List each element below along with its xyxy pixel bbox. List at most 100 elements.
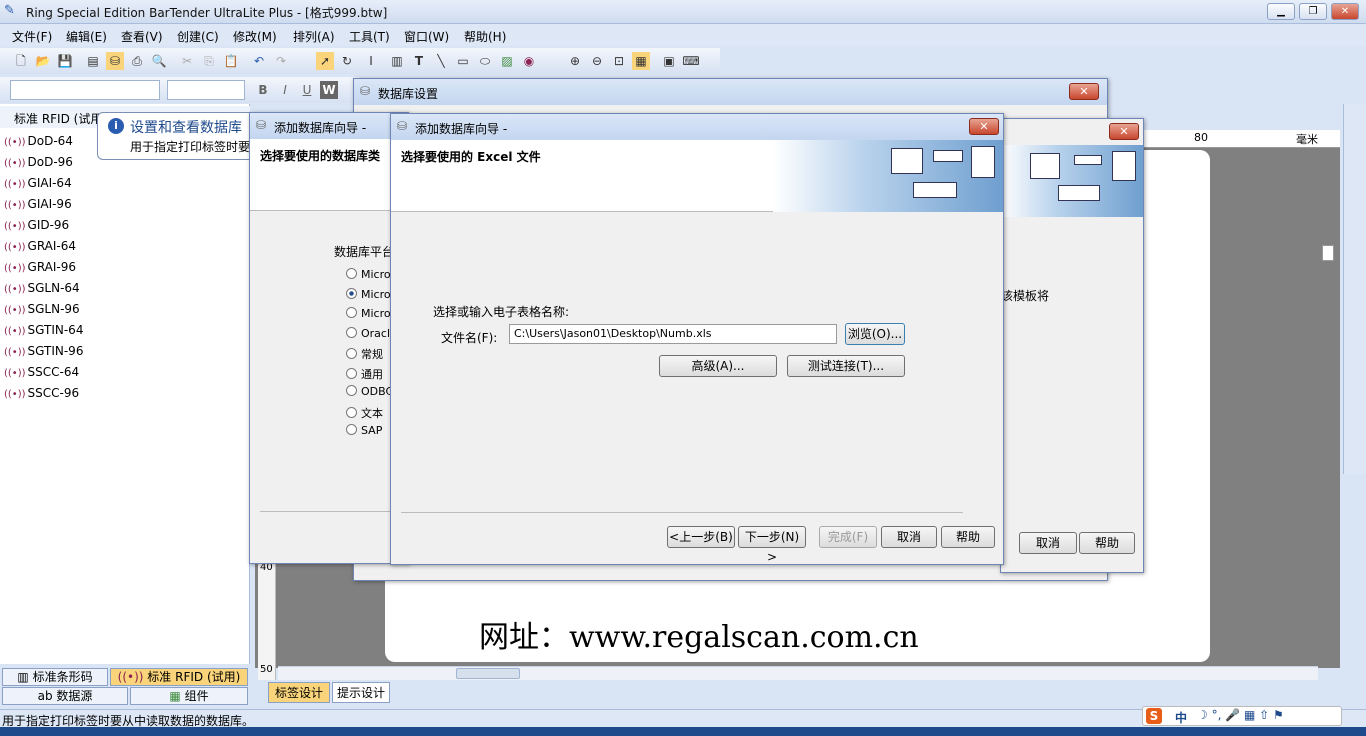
list-item[interactable]: ((•)) SSCC-96 [4, 386, 79, 407]
cancel-button[interactable]: 取消 [881, 526, 937, 548]
ellipse-icon[interactable]: ⬭ [476, 52, 494, 70]
list-item[interactable]: ((•)) DoD-64 [4, 134, 73, 155]
list-item[interactable]: ((•)) SGTIN-64 [4, 323, 83, 344]
italic-icon[interactable]: I [276, 81, 294, 99]
radio-option[interactable]: Micro [346, 288, 391, 304]
undo-icon[interactable]: ↶ [250, 52, 268, 70]
close-button[interactable]: ✕ [969, 118, 999, 135]
fit-page-icon[interactable]: ⊡ [610, 52, 628, 70]
scrollbar-thumb[interactable] [456, 668, 520, 679]
back-button[interactable]: <上一步(B) [667, 526, 735, 548]
barcode-icon[interactable]: ▥ [388, 52, 406, 70]
divider [260, 511, 400, 512]
tab-standard-rfid[interactable]: ((•)) 标准 RFID (试用) [110, 668, 248, 686]
bold-icon[interactable]: B [254, 81, 272, 99]
file-name-input[interactable]: C:\Users\Jason01\Desktop\Numb.xls [509, 324, 837, 344]
advanced-button[interactable]: 高级(A)... [659, 355, 777, 377]
wizard-dialog-back2: ✕ 该模板将 取消 帮助 [1000, 118, 1144, 573]
open-icon[interactable]: 📂 [34, 52, 52, 70]
tab-label-design[interactable]: 标签设计 [268, 682, 331, 703]
font-name-combo[interactable] [10, 80, 160, 100]
rectangle-icon[interactable]: ▭ [454, 52, 472, 70]
cut-icon[interactable]: ✂ [178, 52, 196, 70]
list-item[interactable]: ((•)) GIAI-96 [4, 197, 72, 218]
print-preview-icon[interactable]: 🔍 [150, 52, 168, 70]
text-tool-icon[interactable]: T [410, 52, 428, 70]
line-icon[interactable]: ╲ [432, 52, 450, 70]
select-pointer-icon[interactable]: ➚ [316, 52, 334, 70]
list-item[interactable]: ((•)) GRAI-64 [4, 239, 76, 260]
paste-icon[interactable]: 📋 [222, 52, 240, 70]
keyboard-icon[interactable]: ⌨ [682, 52, 700, 70]
menu-modify[interactable]: 修改(M) [233, 28, 277, 45]
radio-option[interactable]: 通用 [346, 366, 383, 382]
radio-option[interactable]: ODBC [346, 385, 393, 401]
new-icon[interactable]: 🗋 [12, 52, 30, 70]
text-cursor-icon[interactable]: I [362, 52, 380, 70]
finish-button[interactable]: 完成(F) [819, 526, 877, 548]
browse-button[interactable]: 浏览(O)... [845, 323, 905, 345]
vertical-scroll-thumb[interactable] [1322, 245, 1334, 261]
printer-code-icon[interactable]: ▣ [660, 52, 678, 70]
list-item[interactable]: ((•)) SGTIN-96 [4, 344, 83, 365]
list-item[interactable]: ((•)) DoD-96 [4, 155, 73, 176]
restore-button[interactable]: ❐ [1299, 3, 1327, 20]
print-icon[interactable]: ⎙ [128, 52, 146, 70]
page-setup-icon[interactable]: ▤ [84, 52, 102, 70]
radio-option[interactable]: Oracl [346, 327, 390, 343]
label-url-text[interactable]: 网址：www.regalscan.com.cn [479, 612, 919, 656]
tab-prompt-design[interactable]: 提示设计 [332, 682, 391, 703]
menu-tools[interactable]: 工具(T) [349, 28, 390, 45]
list-item[interactable]: ((•)) SGLN-64 [4, 281, 80, 302]
list-item[interactable]: ((•)) GID-96 [4, 218, 69, 239]
redo-icon[interactable]: ↷ [272, 52, 290, 70]
help-button[interactable]: 帮助 [1079, 532, 1135, 554]
wizard-banner-graphic [1000, 145, 1143, 217]
tab-data-source[interactable]: ab 数据源 [2, 687, 128, 705]
sogou-ime-icon[interactable]: S [1146, 708, 1162, 724]
menu-file[interactable]: 文件(F) [12, 28, 52, 45]
font-size-combo[interactable] [167, 80, 245, 100]
radio-option[interactable]: 文本 [346, 405, 383, 421]
ruler-icon[interactable]: ▦ [632, 52, 650, 70]
save-icon[interactable]: 💾 [56, 52, 74, 70]
menu-window[interactable]: 窗口(W) [404, 28, 449, 45]
horizontal-scrollbar[interactable] [278, 666, 1318, 680]
zoom-out-icon[interactable]: ⊖ [588, 52, 606, 70]
close-button[interactable]: ✕ [1331, 3, 1359, 20]
cancel-button[interactable]: 取消 [1019, 532, 1077, 554]
ime-language[interactable]: 中 [1175, 709, 1187, 726]
list-item[interactable]: ((•)) SGLN-96 [4, 302, 80, 323]
menu-arrange[interactable]: 排列(A) [293, 28, 335, 45]
radio-option[interactable]: SAP [346, 424, 382, 440]
underline-icon[interactable]: U [298, 81, 316, 99]
menu-view[interactable]: 查看(V) [121, 28, 163, 45]
radio-option[interactable]: Micro [346, 307, 391, 323]
rfid-icon[interactable]: ◉ [520, 52, 538, 70]
tab-component[interactable]: ▦ 组件 [130, 687, 248, 705]
database-icon[interactable]: ⛁ [106, 52, 124, 70]
ime-moon-icon[interactable]: ☽ °, 🎤 ▦ ⇧ ⚑ [1197, 708, 1284, 722]
list-item[interactable]: ((•)) SSCC-64 [4, 365, 79, 386]
component-icon: ▦ [169, 689, 185, 703]
picture-icon[interactable]: ▨ [498, 52, 516, 70]
list-item[interactable]: ((•)) GRAI-96 [4, 260, 76, 281]
zoom-in-icon[interactable]: ⊕ [566, 52, 584, 70]
list-item[interactable]: ((•)) GIAI-64 [4, 176, 72, 197]
minimize-button[interactable]: ▁ [1267, 3, 1295, 20]
radio-option[interactable]: 常规 [346, 346, 383, 362]
word-wrap-icon[interactable]: W [320, 81, 338, 99]
menu-help[interactable]: 帮助(H) [464, 28, 506, 45]
taskbar [0, 727, 1366, 736]
menu-edit[interactable]: 编辑(E) [66, 28, 107, 45]
copy-icon[interactable]: ⎘ [200, 52, 218, 70]
close-button[interactable]: ✕ [1109, 123, 1139, 140]
rotate-icon[interactable]: ↻ [338, 52, 356, 70]
test-connection-button[interactable]: 测试连接(T)... [787, 355, 905, 377]
radio-option[interactable]: Micro [346, 268, 391, 284]
tab-standard-barcode[interactable]: ▥ 标准条形码 [2, 668, 108, 686]
next-button[interactable]: 下一步(N) > [738, 526, 806, 564]
menu-create[interactable]: 创建(C) [177, 28, 219, 45]
help-button[interactable]: 帮助 [941, 526, 995, 548]
close-button[interactable]: ✕ [1069, 83, 1099, 100]
